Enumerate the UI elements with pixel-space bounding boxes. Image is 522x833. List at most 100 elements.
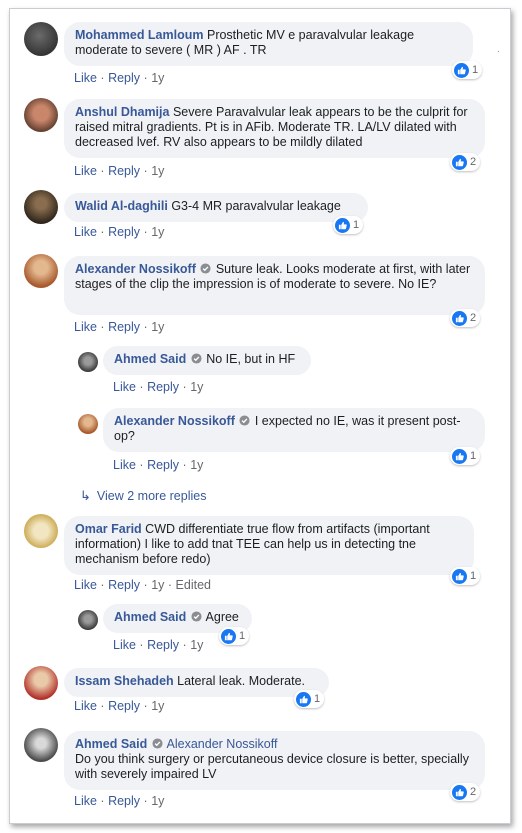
like-button[interactable]: Like: [113, 638, 136, 652]
reply-arrow-icon: ↳: [80, 488, 91, 503]
comment-timestamp[interactable]: 1y: [151, 794, 164, 808]
commenter-name[interactable]: Mohammed Lamloum: [75, 28, 204, 42]
comment-timestamp[interactable]: 1y: [151, 164, 164, 178]
view-more-replies[interactable]: ↳ View 2 more replies: [80, 488, 206, 504]
comment-bubble: Alexander Nossikoff Suture leak. Looks m…: [64, 256, 485, 315]
commenter-name[interactable]: Omar Farid: [75, 522, 142, 536]
commenter-name[interactable]: Anshul Dhamija: [75, 105, 169, 119]
comment-bubble: Issam Shehadeh Lateral leak. Moderate.: [64, 668, 329, 697]
commenter-name[interactable]: Alexander Nossikoff: [114, 414, 235, 428]
comment-actions: Like · Reply · 1y · Edited: [74, 578, 211, 592]
reaction-count[interactable]: 1: [219, 627, 250, 645]
avatar[interactable]: [24, 254, 58, 288]
reply-button[interactable]: Reply: [108, 164, 140, 178]
verified-badge-icon: [239, 415, 250, 426]
avatar[interactable]: [24, 98, 58, 132]
avatar[interactable]: [24, 190, 58, 224]
comment-actions: Like · Reply · 1y: [74, 225, 165, 239]
avatar[interactable]: [24, 22, 58, 56]
mentioned-user-link[interactable]: Alexander Nossikoff: [167, 737, 278, 751]
reaction-count[interactable]: 2: [450, 783, 481, 801]
comment-bubble: Alexander Nossikoff I expected no IE, wa…: [103, 408, 485, 452]
commenter-name[interactable]: Ahmed Said: [114, 352, 186, 366]
comment-actions: Like · Reply · 1y: [74, 164, 165, 178]
comment-actions: Like · Reply · 1y: [113, 638, 204, 652]
avatar[interactable]: [24, 728, 58, 762]
reply-button[interactable]: Reply: [147, 638, 179, 652]
commenter-name[interactable]: Issam Shehadeh: [75, 674, 174, 688]
reply-button[interactable]: Reply: [108, 699, 140, 713]
comment-timestamp[interactable]: 1y: [151, 578, 164, 592]
comment-actions: Like · Reply · 1y: [74, 71, 165, 85]
like-thumb-icon: [452, 310, 467, 326]
like-button[interactable]: Like: [74, 578, 97, 592]
comment-actions: Like · Reply · 1y: [113, 380, 204, 394]
comment-timestamp[interactable]: 1y: [151, 699, 164, 713]
like-thumb-icon: [335, 217, 350, 233]
reply-button[interactable]: Reply: [108, 71, 140, 85]
reply-button[interactable]: Reply: [147, 458, 179, 472]
like-button[interactable]: Like: [113, 380, 136, 394]
commenter-name[interactable]: Ahmed Said: [114, 610, 186, 624]
comment-bubble: Ahmed Said No IE, but in HF: [103, 346, 311, 375]
avatar[interactable]: [24, 666, 58, 700]
like-button[interactable]: Like: [74, 225, 97, 239]
reaction-count[interactable]: 1: [450, 567, 481, 585]
like-button[interactable]: Like: [74, 699, 97, 713]
reply-button[interactable]: Reply: [108, 225, 140, 239]
like-thumb-icon: [454, 62, 469, 78]
reaction-count[interactable]: 1: [294, 690, 325, 708]
comment-timestamp[interactable]: 1y: [151, 71, 164, 85]
like-thumb-icon: [452, 784, 467, 800]
like-thumb-icon: [452, 568, 467, 584]
comment-bubble: Mohammed Lamloum Prosthetic MV e paraval…: [64, 22, 473, 66]
avatar[interactable]: [78, 352, 98, 372]
comment-bubble: Omar Farid CWD differentiate true flow f…: [64, 516, 474, 575]
comment-timestamp[interactable]: 1y: [190, 638, 203, 652]
more-dot: .: [497, 44, 500, 55]
reply-button[interactable]: Reply: [108, 320, 140, 334]
comment-bubble: Walid Al-daghili G3-4 MR paravalvular le…: [64, 193, 368, 222]
like-thumb-icon: [296, 691, 311, 707]
verified-badge-icon: [191, 353, 202, 364]
reaction-count[interactable]: 2: [450, 153, 481, 171]
reaction-count[interactable]: 1: [450, 447, 481, 465]
verified-badge-icon: [191, 611, 202, 622]
comment-timestamp[interactable]: 1y: [190, 380, 203, 394]
reaction-count[interactable]: 1: [333, 216, 364, 234]
comment-timestamp[interactable]: 1y: [151, 225, 164, 239]
comment-actions: Like · Reply · 1y: [113, 458, 204, 472]
comment-text: G3-4 MR paravalvular leakage: [171, 199, 341, 213]
like-button[interactable]: Like: [74, 794, 97, 808]
comment-text: Lateral leak. Moderate.: [177, 674, 305, 688]
verified-badge-icon: [152, 738, 163, 749]
reply-button[interactable]: Reply: [108, 578, 140, 592]
comment-text: No IE, but in HF: [206, 352, 296, 366]
comment-actions: Like · Reply · 1y: [74, 320, 165, 334]
avatar[interactable]: [78, 610, 98, 630]
reaction-count[interactable]: 2: [450, 309, 481, 327]
like-button[interactable]: Like: [74, 71, 97, 85]
like-button[interactable]: Like: [113, 458, 136, 472]
like-thumb-icon: [452, 154, 467, 170]
like-button[interactable]: Like: [74, 164, 97, 178]
avatar[interactable]: [78, 414, 98, 434]
comment-actions: Like · Reply · 1y: [74, 699, 165, 713]
like-button[interactable]: Like: [74, 320, 97, 334]
comment-timestamp[interactable]: 1y: [151, 320, 164, 334]
edited-label[interactable]: Edited: [176, 578, 211, 592]
like-thumb-icon: [452, 448, 467, 464]
commenter-name[interactable]: Alexander Nossikoff: [75, 262, 196, 276]
reply-button[interactable]: Reply: [108, 794, 140, 808]
reply-button[interactable]: Reply: [147, 380, 179, 394]
commenter-name[interactable]: Ahmed Said: [75, 737, 147, 751]
like-thumb-icon: [221, 628, 236, 644]
comment-text: Do you think surgery or percutaneous dev…: [75, 752, 469, 781]
comment-text: Agree: [205, 610, 239, 624]
comment-timestamp[interactable]: 1y: [190, 458, 203, 472]
comment-bubble: Ahmed Said Alexander Nossikoff Do you th…: [64, 731, 485, 790]
commenter-name[interactable]: Walid Al-daghili: [75, 199, 168, 213]
avatar[interactable]: [24, 514, 58, 548]
reaction-count[interactable]: 1: [452, 61, 483, 79]
verified-badge-icon: [200, 263, 211, 274]
